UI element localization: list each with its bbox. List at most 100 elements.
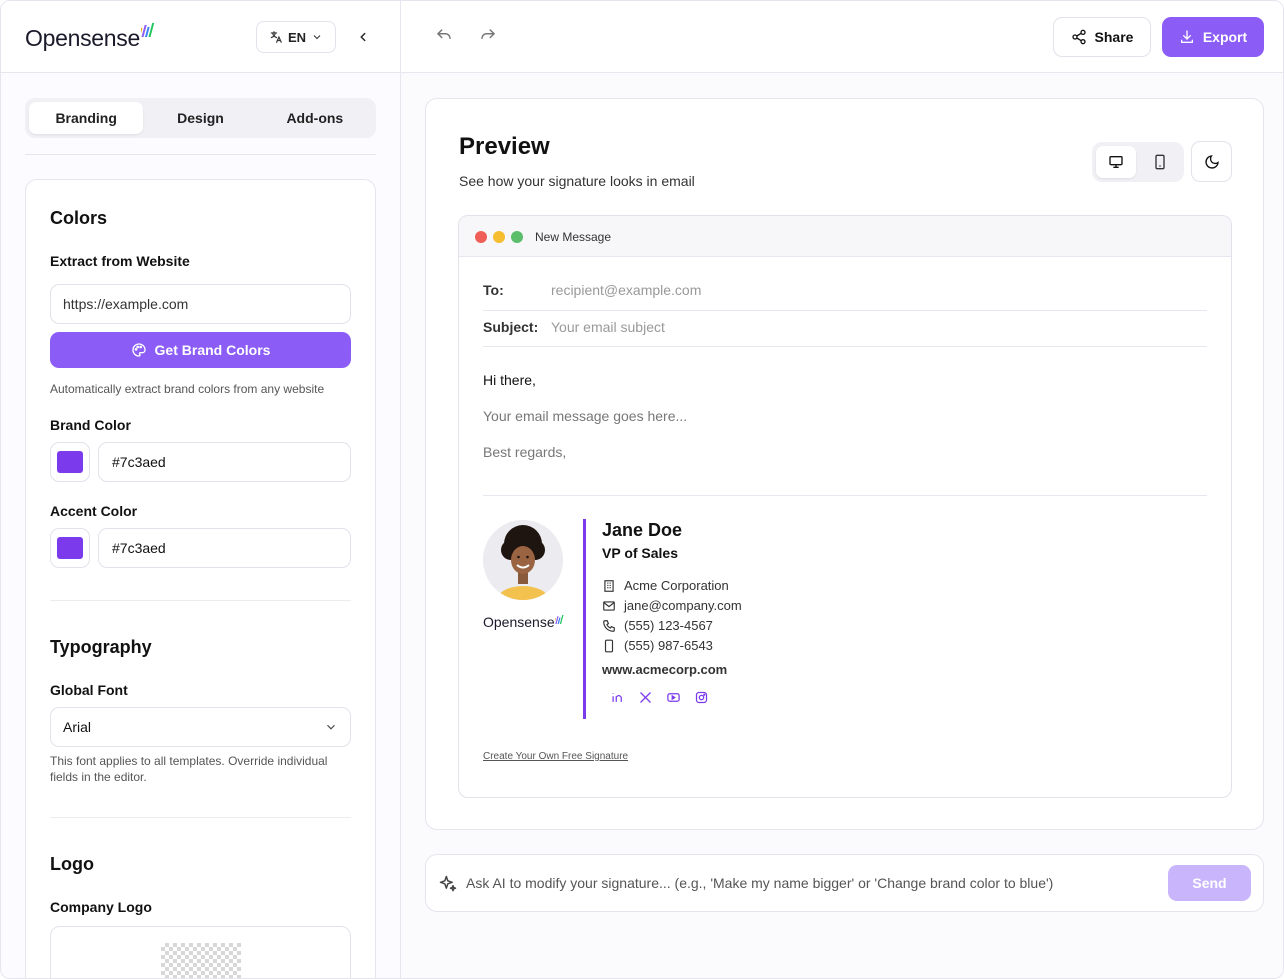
signature-logo-text: Opensense	[483, 614, 555, 630]
logo-bars-icon	[552, 615, 564, 625]
signature-name: Jane Doe	[602, 520, 683, 540]
get-brand-colors-label: Get Brand Colors	[154, 342, 271, 358]
device-toggle	[1092, 142, 1184, 182]
avatar-portrait	[483, 520, 563, 600]
x-icon[interactable]	[637, 689, 653, 705]
email-window-title: New Message	[535, 230, 612, 244]
chevron-left-icon	[360, 32, 366, 42]
tab-design[interactable]: Design	[143, 102, 257, 134]
chevron-down-icon	[313, 35, 321, 40]
share-button[interactable]: Share	[1053, 17, 1151, 57]
signature-mobile-text: (555) 987-6543	[624, 638, 713, 653]
linkedin-icon[interactable]	[609, 689, 625, 705]
website-url-input[interactable]: https://example.com	[50, 284, 351, 324]
avatar	[483, 520, 563, 600]
instagram-icon[interactable]	[693, 689, 709, 705]
font-hint: This font applies to all templates. Over…	[50, 754, 328, 784]
undo-button[interactable]	[435, 27, 455, 47]
mobile-view-button[interactable]	[1140, 146, 1180, 178]
sidebar-tabs: Branding Design Add-ons	[25, 98, 376, 138]
signature-accent-bar	[583, 519, 586, 719]
smartphone-icon	[1155, 154, 1165, 170]
ai-prompt-input[interactable]: Ask AI to modify your signature... (e.g.…	[466, 875, 1053, 891]
tab-branding[interactable]: Branding	[29, 102, 144, 134]
signature-email-text: jane@company.com	[624, 598, 742, 613]
to-label: To:	[483, 282, 504, 298]
redo-icon	[481, 29, 496, 39]
chevron-down-icon	[327, 724, 335, 730]
preview-subtitle: See how your signature looks in email	[459, 173, 695, 189]
preview-card: Preview See how your signature looks in …	[425, 98, 1264, 830]
window-minimize-dot	[493, 231, 505, 243]
email-closing: Best regards,	[483, 444, 567, 460]
divider	[25, 154, 376, 155]
global-font-value: Arial	[63, 719, 92, 735]
brand-color-label: Brand Color	[50, 417, 131, 433]
top-toolbar: Share Export	[401, 1, 1283, 73]
company-logo-upload[interactable]	[50, 926, 351, 978]
share-label: Share	[1094, 29, 1134, 45]
redo-button[interactable]	[479, 27, 499, 47]
mail-icon	[603, 600, 615, 611]
global-font-select[interactable]: Arial	[50, 707, 351, 747]
accent-color-label: Accent Color	[50, 503, 138, 519]
palette-icon	[131, 343, 146, 357]
accent-color-swatch	[57, 537, 83, 559]
signature-website[interactable]: www.acmecorp.com	[602, 662, 727, 677]
language-label: EN	[287, 29, 307, 45]
export-button[interactable]: Export	[1162, 17, 1264, 57]
email-greeting: Hi there,	[483, 372, 536, 388]
export-label: Export	[1202, 29, 1248, 45]
signature-socials	[609, 689, 709, 705]
dark-mode-toggle[interactable]	[1191, 141, 1232, 182]
app-window: Opensense EN Branding Design Add-ons Col…	[0, 0, 1284, 979]
section-divider	[50, 600, 351, 601]
undo-icon	[436, 29, 451, 39]
signature-mobile: (555) 987-6543	[602, 638, 713, 653]
preview-title: Preview	[459, 133, 550, 160]
youtube-icon[interactable]	[665, 689, 681, 705]
sidebar-header: Opensense EN	[1, 1, 400, 73]
share-icon	[1071, 29, 1086, 45]
logo-preview-placeholder	[161, 943, 241, 978]
typography-title: Typography	[50, 637, 152, 657]
to-value: recipient@example.com	[551, 282, 702, 298]
language-selector[interactable]: EN	[256, 21, 336, 53]
app-logo[interactable]: Opensense	[25, 23, 155, 52]
signature-company-text: Acme Corporation	[624, 578, 729, 593]
get-brand-colors-button[interactable]: Get Brand Colors	[50, 332, 351, 368]
brand-color-swatch-button[interactable]	[50, 442, 90, 482]
subject-value: Your email subject	[551, 319, 665, 335]
email-divider	[483, 346, 1207, 347]
building-icon	[604, 579, 614, 592]
website-url-placeholder: https://example.com	[63, 296, 189, 312]
window-maximize-dot	[511, 231, 523, 243]
signature-email: jane@company.com	[602, 598, 742, 613]
accent-color-value: #7c3aed	[112, 540, 166, 556]
collapse-sidebar-button[interactable]	[351, 25, 375, 49]
signature-title: VP of Sales	[602, 545, 679, 561]
brand-color-input[interactable]: #7c3aed	[98, 442, 351, 482]
email-divider	[483, 310, 1207, 311]
signature-phone: (555) 123-4567	[602, 618, 713, 633]
accent-color-input[interactable]: #7c3aed	[98, 528, 351, 568]
translate-icon	[270, 31, 282, 43]
desktop-view-button[interactable]	[1096, 146, 1136, 178]
accent-color-swatch-button[interactable]	[50, 528, 90, 568]
colors-title: Colors	[50, 208, 108, 228]
signature-company-logo: Opensense	[483, 614, 564, 630]
ai-prompt-bar: Ask AI to modify your signature... (e.g.…	[425, 854, 1264, 912]
moon-icon	[1204, 154, 1219, 169]
brand-color-value: #7c3aed	[112, 454, 166, 470]
logo-text: Opensense	[25, 25, 140, 51]
section-divider	[50, 817, 351, 818]
send-button[interactable]: Send	[1168, 865, 1251, 901]
extract-label: Extract from Website	[50, 253, 190, 269]
brand-color-swatch	[57, 451, 83, 473]
email-message: Your email message goes here...	[483, 408, 688, 424]
company-logo-label: Company Logo	[50, 899, 152, 915]
branding-card: Colors Extract from Website https://exam…	[25, 179, 376, 978]
tab-add-ons[interactable]: Add-ons	[258, 102, 372, 134]
create-signature-link[interactable]: Create Your Own Free Signature	[483, 751, 628, 762]
download-icon	[1180, 30, 1193, 43]
